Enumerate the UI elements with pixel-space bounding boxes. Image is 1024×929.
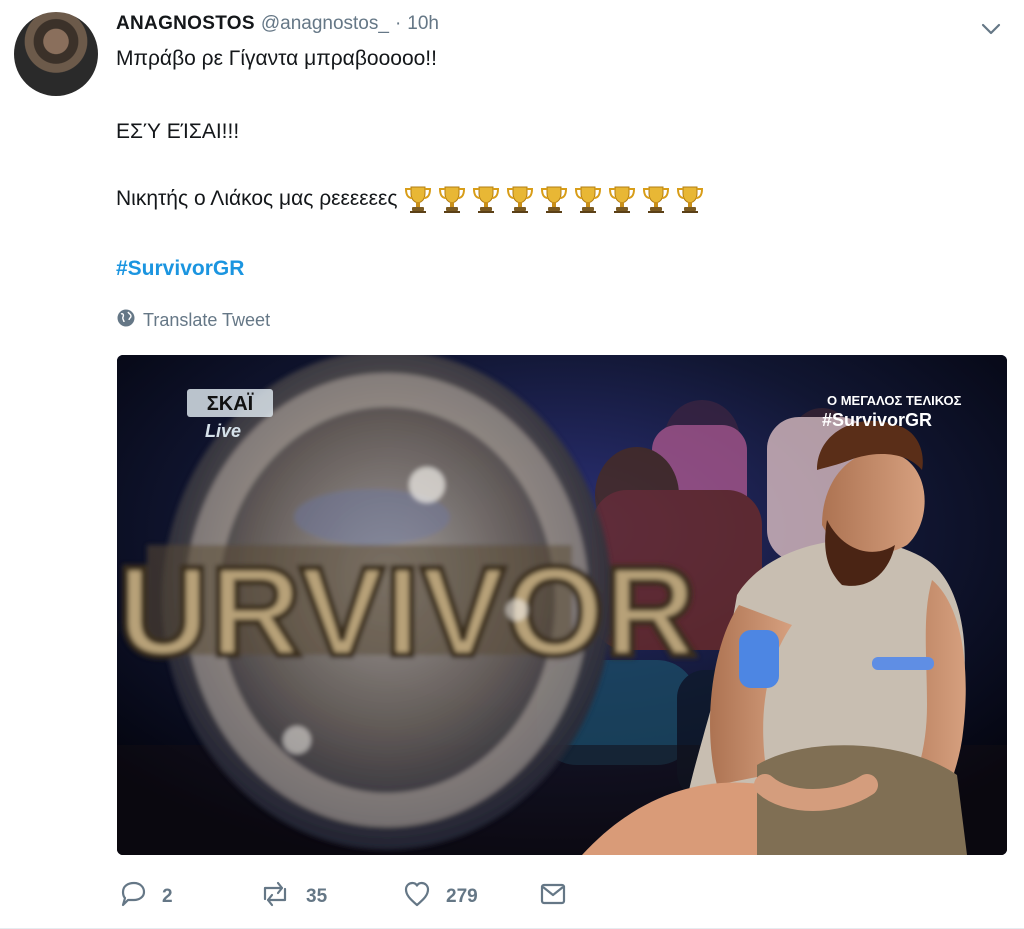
globe-icon (116, 308, 136, 333)
trophy-icon (471, 183, 501, 215)
trophy-lettering: SURVIVOR (117, 541, 697, 682)
hashtag-link[interactable]: #SurvivorGR (116, 257, 244, 281)
translate-label: Translate Tweet (143, 310, 271, 330)
trophy-icon (539, 183, 569, 215)
separator-dot: · (394, 13, 402, 34)
retweet-button[interactable]: 35 (258, 880, 327, 914)
reply-count: 2 (162, 886, 173, 907)
overlay-hashtag: #SurvivorGR (822, 410, 932, 430)
like-count: 279 (446, 886, 478, 907)
chevron-down-icon[interactable] (976, 14, 1006, 44)
trophy-icon (675, 183, 705, 215)
trophy-icon (437, 183, 467, 215)
trophy-icon (607, 183, 637, 215)
live-label: Live (205, 421, 241, 441)
tweet-time[interactable]: 10h (407, 13, 439, 35)
trophy-emoji-row (403, 183, 705, 215)
tweet-line-3: Νικητής ο Λιάκος μας ρεεεεεες (116, 187, 398, 210)
like-button[interactable]: 279 (402, 880, 478, 914)
tweet-line-1: Μπράβο ρε Γίγαντα μπραβοοοοο!! (116, 47, 437, 70)
retweet-count: 35 (306, 886, 328, 907)
tweet-media-image[interactable]: SURVIVOR ΣΚΑΪ Live Ο ΜΕΓΑΛΟΣ ΤΕΛΙΚΟΣ #Su… (117, 355, 1007, 855)
direct-message-button[interactable] (538, 880, 568, 914)
tweet-header: ANAGNOSTOS @anagnostos_ · 10h (116, 13, 439, 41)
trophy-icon (403, 183, 433, 215)
channel-logo: ΣΚΑΪ (207, 392, 254, 415)
tweet-actions: 2 35 279 (118, 880, 578, 914)
overlay-title: Ο ΜΕΓΑΛΟΣ ΤΕΛΙΚΟΣ (827, 393, 962, 408)
reply-button[interactable]: 2 (118, 880, 173, 914)
tweet-line-2: ΕΣΎ ΕΊΣΑΙ!!! (116, 120, 240, 143)
mail-icon (538, 879, 568, 915)
author-handle[interactable]: @anagnostos_ (261, 13, 389, 35)
translate-tweet-button[interactable]: Translate Tweet (116, 308, 270, 333)
author-name[interactable]: ANAGNOSTOS (116, 13, 255, 35)
tweet-line-3-wrap: Νικητής ο Λιάκος μας ρεεεεεες (116, 183, 705, 215)
reply-icon (118, 879, 148, 915)
trophy-icon (573, 183, 603, 215)
heart-icon (402, 879, 432, 915)
trophy-icon (505, 183, 535, 215)
retweet-icon (258, 879, 292, 915)
avatar[interactable] (14, 12, 98, 96)
trophy-icon (641, 183, 671, 215)
